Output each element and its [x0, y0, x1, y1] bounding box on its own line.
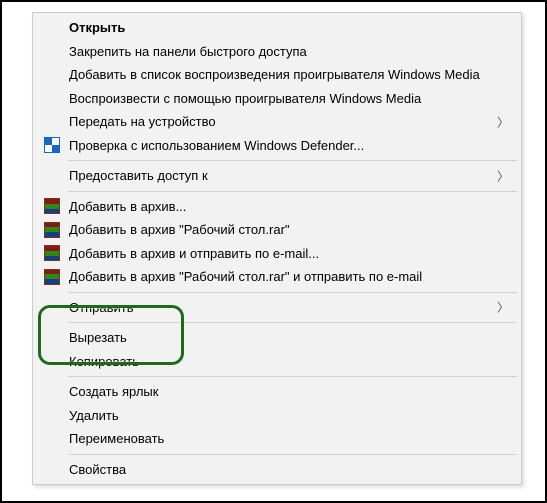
separator: [69, 160, 517, 161]
menu-label: Закрепить на панели быстрого доступа: [63, 44, 307, 59]
menu-item-rar-add-named[interactable]: Добавить в архив "Рабочий стол.rar": [35, 218, 519, 242]
chevron-right-icon: 〉: [497, 167, 509, 184]
blank-icon: [41, 89, 63, 107]
menu-label: Проверка с использованием Windows Defend…: [63, 138, 364, 153]
separator: [69, 191, 517, 192]
menu-item-pin-quick-access[interactable]: Закрепить на панели быстрого доступа: [35, 40, 519, 64]
menu-item-copy[interactable]: Копировать: [35, 350, 519, 374]
menu-label: Добавить в архив "Рабочий стол.rar" и от…: [63, 269, 422, 284]
blank-icon: [41, 460, 63, 478]
menu-label: Создать ярлык: [63, 384, 158, 399]
menu-label: Предоставить доступ к: [63, 168, 208, 183]
menu-item-send-to[interactable]: Отправить 〉: [35, 296, 519, 320]
menu-label: Удалить: [63, 408, 119, 423]
blank-icon: [41, 352, 63, 370]
blank-icon: [41, 66, 63, 84]
chevron-right-icon: 〉: [497, 299, 509, 316]
blank-icon: [41, 406, 63, 424]
menu-label: Свойства: [63, 462, 126, 477]
menu-item-defender-scan[interactable]: Проверка с использованием Windows Defend…: [35, 134, 519, 158]
winrar-icon: [41, 221, 63, 239]
menu-label: Добавить в архив "Рабочий стол.rar": [63, 222, 290, 237]
winrar-icon: [41, 244, 63, 262]
menu-item-cut[interactable]: Вырезать: [35, 326, 519, 350]
blank-icon: [41, 298, 63, 316]
menu-item-rar-email[interactable]: Добавить в архив и отправить по e-mail..…: [35, 242, 519, 266]
winrar-icon: [41, 268, 63, 286]
blank-icon: [41, 430, 63, 448]
menu-item-delete[interactable]: Удалить: [35, 404, 519, 428]
blank-icon: [41, 42, 63, 60]
menu-item-wmp-add-playlist[interactable]: Добавить в список воспроизведения проигр…: [35, 63, 519, 87]
blank-icon: [41, 167, 63, 185]
menu-item-cast-to-device[interactable]: Передать на устройство 〉: [35, 110, 519, 134]
separator: [69, 454, 517, 455]
separator: [69, 376, 517, 377]
context-menu: Открыть Закрепить на панели быстрого дос…: [32, 12, 522, 485]
menu-label: Добавить в архив...: [63, 199, 186, 214]
menu-item-rar-email-named[interactable]: Добавить в архив "Рабочий стол.rar" и от…: [35, 265, 519, 289]
menu-label: Передать на устройство: [63, 114, 216, 129]
blank-icon: [41, 329, 63, 347]
winrar-icon: [41, 197, 63, 215]
menu-item-properties[interactable]: Свойства: [35, 458, 519, 482]
menu-label: Вырезать: [63, 330, 127, 345]
menu-label: Копировать: [63, 354, 139, 369]
blank-icon: [41, 383, 63, 401]
separator: [69, 322, 517, 323]
menu-label: Переименовать: [63, 431, 164, 446]
menu-label: Отправить: [63, 300, 133, 315]
separator: [69, 292, 517, 293]
menu-item-open[interactable]: Открыть: [35, 16, 519, 40]
menu-item-rar-add[interactable]: Добавить в архив...: [35, 195, 519, 219]
menu-item-create-shortcut[interactable]: Создать ярлык: [35, 380, 519, 404]
menu-item-grant-access[interactable]: Предоставить доступ к 〉: [35, 164, 519, 188]
chevron-right-icon: 〉: [497, 113, 509, 130]
blank-icon: [41, 113, 63, 131]
menu-label: Добавить в архив и отправить по e-mail..…: [63, 246, 319, 261]
blank-icon: [41, 19, 63, 37]
screenshot-frame: Открыть Закрепить на панели быстрого дос…: [0, 0, 547, 503]
defender-icon: [41, 136, 63, 154]
menu-item-rename[interactable]: Переименовать: [35, 427, 519, 451]
menu-label: Добавить в список воспроизведения проигр…: [63, 67, 480, 82]
menu-label: Воспроизвести с помощью проигрывателя Wi…: [63, 91, 421, 106]
menu-item-wmp-play[interactable]: Воспроизвести с помощью проигрывателя Wi…: [35, 87, 519, 111]
menu-label: Открыть: [63, 20, 125, 35]
